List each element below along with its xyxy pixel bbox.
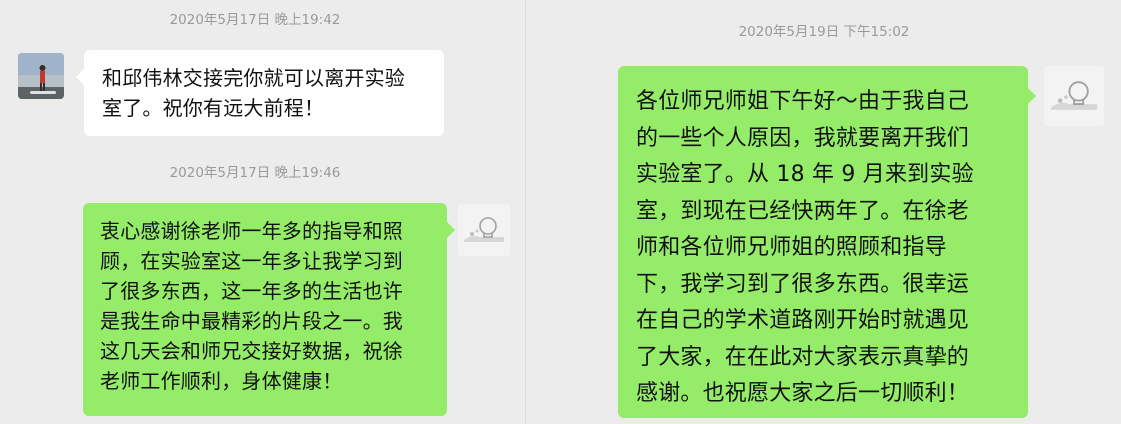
message-text-line: 在自己的学术道路刚开始时就遇见 [636,308,970,333]
lightbulb-icon [1044,66,1104,126]
message-text-line: 了大家，在在此对大家表示真挚的 [636,344,970,370]
message-text-line: 各位师兄师姐下午好～由于我自己 [636,89,970,114]
message-text-line: 是我生命中最精彩的片段之一。我 [100,309,403,333]
chat-screenshot-composite: 2020年5月17日 晚上19:42 和邱伟林交接完你就可以离开实验 室了。祝你… [0,0,1121,424]
self-avatar-icon[interactable] [458,204,510,256]
self-avatar-icon[interactable] [1044,66,1104,126]
message-text-line: 了很多东西，这一年多的生活也许 [100,279,403,303]
message-text-line: 师和各位师兄师姐的照顾和指导 [636,235,947,260]
lightbulb-icon [458,204,510,256]
message-text-line: 室，到现在已经快两年了。在徐老 [636,198,970,224]
outgoing-message-bubble[interactable]: 衷心感谢徐老师一年多的指导和照 顾，在实验室这一年多让我学习到 了很多东西，这一… [83,203,447,416]
message-text-line: 的一些个人原因，我就要离开我们 [636,125,970,151]
message-timestamp: 2020年5月17日 晚上19:42 [169,12,341,28]
message-text-line: 感谢。也祝愿大家之后一切顺利！ [636,381,970,406]
message-text-line: 室了。祝你有远大前程！ [102,96,325,120]
message-text-line: 老师工作顺利，身体健康！ [100,369,343,393]
paddleboard-photo-icon [18,53,64,99]
outgoing-message-bubble[interactable]: 各位师兄师姐下午好～由于我自己 的一些个人原因，我就要离开我们 实验室了。从 1… [618,66,1028,418]
contact-avatar-icon[interactable] [18,53,64,99]
incoming-message-bubble[interactable]: 和邱伟林交接完你就可以离开实验 室了。祝你有远大前程！ [84,50,444,136]
message-text-line: 衷心感谢徐老师一年多的指导和照 [100,219,403,243]
chat-panel-right[interactable]: 2020年5月19日 下午15:02 各位师兄师姐下午好～由于我自己 的一些个人… [527,0,1121,424]
chat-panel-left[interactable]: 2020年5月17日 晚上19:42 和邱伟林交接完你就可以离开实验 室了。祝你… [0,0,526,424]
message-text-line: 和邱伟林交接完你就可以离开实验 [102,66,405,90]
bubble-pointer [1028,88,1036,104]
bubble-pointer [76,69,84,85]
message-text-line: 实验室了。从 18 年 9 月来到实验 [636,162,974,187]
message-timestamp: 2020年5月17日 晚上19:46 [169,165,341,181]
bubble-pointer [447,222,455,238]
message-text-line: 这几天会和师兄交接好数据，祝徐 [100,339,403,363]
message-text-line: 顾，在实验室这一年多让我学习到 [100,249,403,273]
message-text-line: 下，我学习到了很多东西。很幸运 [636,271,970,297]
message-timestamp: 2020年5月19日 下午15:02 [738,24,910,40]
